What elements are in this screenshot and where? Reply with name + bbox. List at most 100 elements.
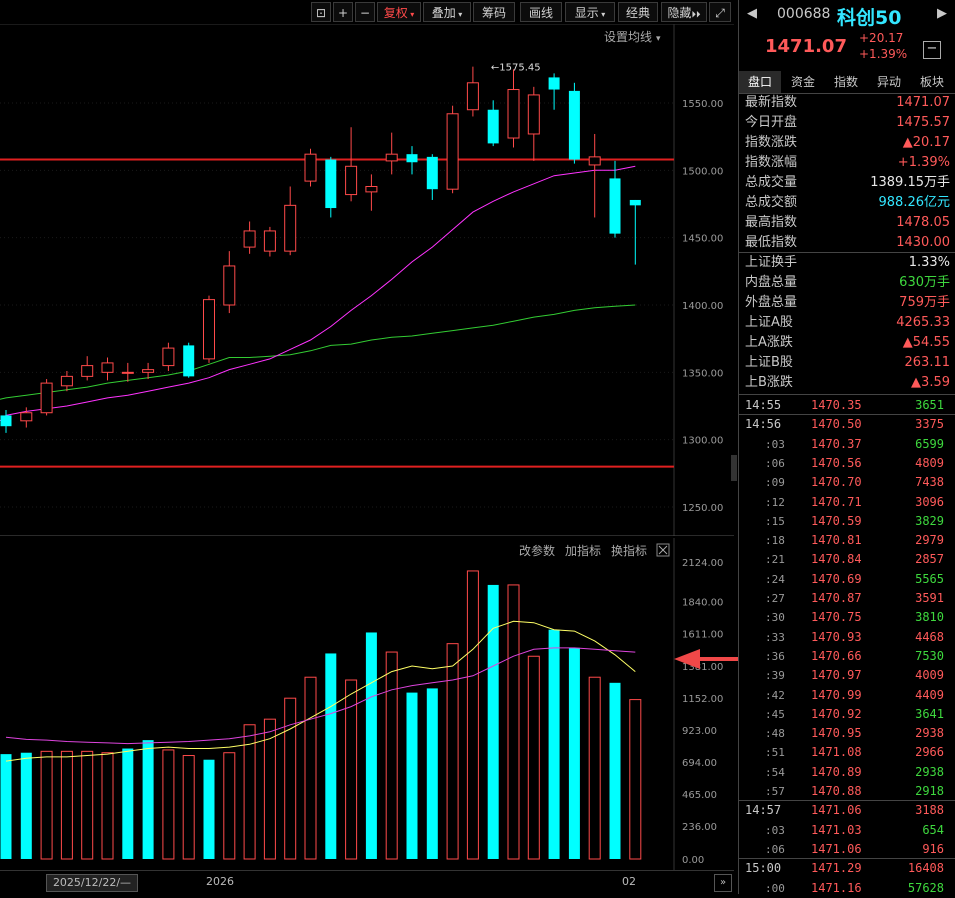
volume-bar[interactable] [81, 750, 94, 860]
candle[interactable] [142, 362, 155, 380]
candle[interactable] [466, 66, 479, 117]
tick-row[interactable]: :06 1470.56 4809 [739, 454, 955, 473]
tick-row[interactable]: :39 1470.97 4009 [739, 666, 955, 685]
tick-row[interactable]: :03 1470.37 6599 [739, 435, 955, 454]
volume-bar[interactable] [426, 688, 438, 859]
tick-row[interactable]: :42 1470.99 4409 [739, 686, 955, 705]
candle[interactable] [609, 160, 621, 238]
candle[interactable] [20, 407, 33, 428]
chips-button[interactable]: 筹码 [473, 2, 515, 22]
ma-setting-link[interactable]: 设置均线 [604, 30, 652, 44]
tab-handicap[interactable]: 盘口 [739, 71, 781, 93]
volume-bar[interactable] [406, 692, 418, 859]
overlay-button[interactable]: 叠加 ▾ [423, 2, 471, 22]
candle[interactable] [507, 69, 520, 148]
volume-bar[interactable] [284, 697, 297, 860]
tab-funds[interactable]: 资金 [782, 71, 824, 93]
volume-bar[interactable] [568, 647, 580, 859]
candle[interactable] [162, 342, 175, 371]
volume-bar[interactable] [385, 651, 398, 860]
candle[interactable] [101, 357, 114, 381]
scroll-right-icon[interactable]: » [714, 874, 732, 892]
candle[interactable] [121, 362, 134, 382]
volume-bar[interactable] [122, 748, 134, 859]
draw-line-button[interactable]: 画线 [520, 2, 562, 22]
volume-bar[interactable] [629, 699, 642, 860]
volume-bar[interactable] [487, 584, 499, 859]
tick-row[interactable]: :00 1471.16 57628 [739, 879, 955, 898]
candle[interactable] [345, 127, 358, 202]
adjust-button[interactable]: 复权 ▾ [377, 2, 421, 22]
candle[interactable] [426, 154, 438, 200]
candle[interactable] [81, 356, 94, 381]
tick-row[interactable]: :12 1470.71 3096 [739, 493, 955, 512]
nav-next-icon[interactable]: ▶ [937, 6, 947, 21]
tick-row[interactable]: 14:57 1471.06 3188 [739, 801, 955, 820]
candle[interactable] [325, 156, 337, 218]
candle[interactable] [304, 148, 317, 187]
tab-movement[interactable]: 异动 [868, 71, 910, 93]
tick-row[interactable]: :27 1470.87 3591 [739, 589, 955, 608]
candle[interactable] [568, 82, 580, 164]
edit-params-link[interactable]: 改参数 [519, 543, 555, 558]
volume-bar[interactable] [20, 752, 32, 859]
tick-row[interactable]: :57 1470.88 2918 [739, 782, 955, 801]
classic-button[interactable]: 经典 [618, 2, 658, 22]
display-button[interactable]: 显示 ▾ [565, 2, 615, 22]
volume-bar[interactable] [446, 643, 459, 860]
tick-row[interactable]: :21 1470.84 2857 [739, 550, 955, 569]
candle[interactable] [385, 132, 398, 175]
add-indicator-link[interactable]: 加指标 [565, 543, 601, 558]
tick-row[interactable]: :30 1470.75 3810 [739, 608, 955, 627]
hide-button[interactable]: 隐藏⏵⏵ [661, 2, 707, 22]
volume-bar[interactable] [162, 749, 175, 860]
candle[interactable] [263, 226, 276, 257]
candle[interactable] [60, 370, 73, 392]
tick-row[interactable]: :09 1470.70 7438 [739, 473, 955, 492]
volume-bar[interactable] [0, 754, 12, 859]
candle[interactable] [487, 100, 499, 147]
switch-indicator-link[interactable]: 换指标 [611, 543, 647, 558]
candle[interactable] [40, 379, 53, 416]
volume-bar[interactable] [60, 750, 73, 860]
tick-row[interactable]: :36 1470.66 7530 [739, 647, 955, 666]
candle[interactable] [223, 251, 236, 314]
candlestick-chart[interactable]: 设置均线 ▾ 1550.00 1500.00 1450.00 1400.00 1350.… [0, 24, 734, 536]
tick-row[interactable]: :15 1470.59 3829 [739, 512, 955, 531]
candle[interactable] [365, 174, 378, 211]
tick-row[interactable]: 14:56 1470.50 3375 [739, 415, 955, 434]
tick-row[interactable]: :03 1471.03 654 [739, 821, 955, 840]
tick-row[interactable]: :33 1470.93 4468 [739, 628, 955, 647]
volume-bar[interactable] [40, 750, 53, 860]
tick-row[interactable]: :51 1471.08 2966 [739, 743, 955, 762]
candle[interactable] [446, 105, 459, 194]
volume-bar[interactable] [182, 755, 195, 860]
candle[interactable] [203, 295, 215, 363]
tick-row[interactable]: :54 1470.89 2938 [739, 763, 955, 782]
tick-row[interactable]: :06 1471.06 916 [739, 840, 955, 859]
tick-row[interactable]: :48 1470.95 2938 [739, 724, 955, 743]
zoom-in-icon[interactable]: + [333, 2, 353, 22]
tick-row[interactable]: 15:00 1471.29 16408 [739, 859, 955, 878]
candle[interactable] [588, 133, 601, 218]
lock-icon[interactable]: ⊡ [311, 2, 331, 22]
tab-index[interactable]: 指数 [825, 71, 867, 93]
candle[interactable] [183, 342, 195, 378]
volume-bar[interactable] [527, 655, 540, 860]
tab-sector[interactable]: 板块 [911, 71, 953, 93]
tick-row[interactable]: :45 1470.92 3641 [739, 705, 955, 724]
candle[interactable] [629, 199, 641, 265]
candle[interactable] [0, 410, 12, 433]
volume-bar[interactable] [507, 584, 520, 860]
tick-row[interactable]: :24 1470.69 5565 [739, 570, 955, 589]
candle[interactable] [284, 186, 297, 256]
close-icon[interactable] [656, 543, 670, 557]
nav-prev-icon[interactable]: ◀ [747, 6, 757, 21]
volume-bar[interactable] [101, 752, 114, 860]
volume-bar[interactable] [588, 676, 601, 860]
zoom-out-icon[interactable]: − [355, 2, 375, 22]
volume-bar[interactable] [203, 759, 215, 859]
tick-row[interactable]: :18 1470.81 2979 [739, 531, 955, 550]
volume-bar[interactable] [365, 632, 377, 859]
volume-bar[interactable] [142, 740, 154, 859]
